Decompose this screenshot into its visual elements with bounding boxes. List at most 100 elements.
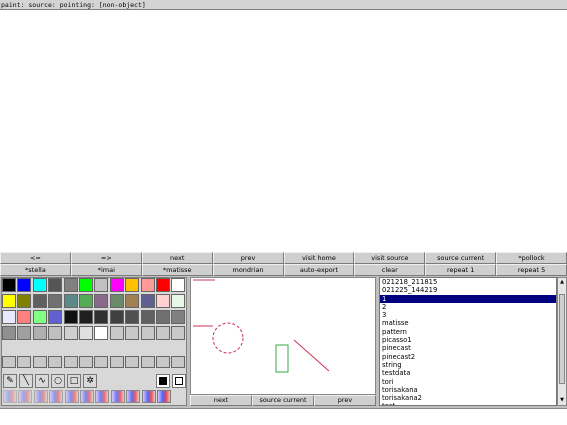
circle-tool-icon[interactable]: ○ bbox=[51, 374, 65, 388]
list-item[interactable]: torisakana bbox=[380, 386, 556, 394]
brush-style-swatch[interactable] bbox=[95, 390, 110, 403]
preview-source-current-button[interactable]: source current bbox=[252, 395, 314, 406]
color-swatch[interactable] bbox=[125, 278, 140, 292]
imai-button[interactable]: *imai bbox=[70, 264, 142, 276]
list-item[interactable]: 021225_144219 bbox=[380, 286, 556, 294]
color-swatch[interactable] bbox=[79, 278, 93, 292]
color-swatch[interactable] bbox=[109, 326, 124, 340]
empty-swatch[interactable] bbox=[79, 356, 93, 368]
color-swatch[interactable] bbox=[63, 278, 78, 292]
brush-style-swatch[interactable] bbox=[49, 390, 64, 403]
empty-swatch[interactable] bbox=[156, 356, 170, 368]
clear-button[interactable]: clear bbox=[354, 264, 426, 276]
empty-swatch[interactable] bbox=[171, 356, 186, 368]
color-swatch[interactable] bbox=[17, 310, 32, 324]
empty-swatch[interactable] bbox=[109, 356, 124, 368]
color-swatch[interactable] bbox=[94, 294, 109, 308]
color-swatch[interactable] bbox=[2, 294, 16, 308]
forward-button[interactable]: => bbox=[70, 252, 142, 264]
color-swatch[interactable] bbox=[156, 294, 170, 308]
preview-canvas[interactable] bbox=[190, 277, 376, 395]
list-item[interactable]: 3 bbox=[380, 311, 556, 319]
visit-home-button[interactable]: visit home bbox=[283, 252, 355, 264]
color-swatch[interactable] bbox=[156, 278, 170, 292]
color-swatch[interactable] bbox=[125, 310, 140, 324]
color-swatch[interactable] bbox=[109, 310, 124, 324]
empty-swatch[interactable] bbox=[48, 356, 63, 368]
color-swatch[interactable] bbox=[171, 294, 186, 308]
main-canvas[interactable] bbox=[0, 11, 567, 251]
empty-swatch[interactable] bbox=[2, 356, 16, 368]
scroll-up-icon[interactable]: ▲ bbox=[559, 278, 565, 287]
color-swatch[interactable] bbox=[125, 294, 140, 308]
color-swatch[interactable] bbox=[140, 310, 155, 324]
color-swatch[interactable] bbox=[48, 278, 63, 292]
color-swatch[interactable] bbox=[2, 278, 16, 292]
empty-swatch[interactable] bbox=[63, 356, 78, 368]
scroll-thumb[interactable] bbox=[559, 294, 565, 384]
empty-swatch[interactable] bbox=[140, 356, 155, 368]
color-swatch[interactable] bbox=[32, 278, 47, 292]
color-swatch[interactable] bbox=[94, 310, 109, 324]
prev-button[interactable]: prev bbox=[212, 252, 284, 264]
brush-style-swatch[interactable] bbox=[157, 390, 171, 403]
list-item[interactable]: testdata bbox=[380, 369, 556, 377]
list-item[interactable]: torisakana2 bbox=[380, 394, 556, 402]
list-item[interactable]: 021218_211815 bbox=[380, 278, 556, 286]
empty-swatch[interactable] bbox=[17, 356, 32, 368]
color-swatch[interactable] bbox=[94, 326, 109, 340]
fill-color-icon[interactable] bbox=[156, 374, 170, 388]
color-swatch[interactable] bbox=[140, 294, 155, 308]
rect-tool-icon[interactable]: □ bbox=[67, 374, 81, 388]
auto-export-button[interactable]: auto-export bbox=[283, 264, 355, 276]
color-swatch[interactable] bbox=[79, 294, 93, 308]
brush-style-swatch[interactable] bbox=[126, 390, 141, 403]
color-swatch[interactable] bbox=[140, 278, 155, 292]
empty-swatch[interactable] bbox=[94, 356, 109, 368]
line-tool-icon[interactable]: ╲ bbox=[19, 374, 33, 388]
empty-swatch[interactable] bbox=[32, 356, 47, 368]
pencil-tool-icon[interactable]: ✎ bbox=[3, 374, 17, 388]
source-current-button[interactable]: source current bbox=[425, 252, 497, 264]
color-swatch[interactable] bbox=[63, 294, 78, 308]
list-item[interactable]: tori bbox=[380, 378, 556, 386]
list-item[interactable]: 1 bbox=[380, 294, 556, 303]
color-swatch[interactable] bbox=[32, 294, 47, 308]
color-swatch[interactable] bbox=[156, 326, 170, 340]
file-list[interactable]: 021218_211815 021225_144219 1 2 3 matisse patt… bbox=[379, 277, 557, 406]
color-swatch[interactable] bbox=[171, 278, 186, 292]
color-swatch[interactable] bbox=[63, 326, 78, 340]
scroll-down-icon[interactable]: ▼ bbox=[559, 396, 565, 405]
curve-tool-icon[interactable]: ∿ bbox=[35, 374, 49, 388]
color-swatch[interactable] bbox=[171, 326, 186, 340]
color-swatch[interactable] bbox=[2, 310, 16, 324]
color-swatch[interactable] bbox=[17, 278, 32, 292]
brush-style-swatch[interactable] bbox=[3, 390, 17, 403]
empty-swatch[interactable] bbox=[125, 356, 140, 368]
brush-style-swatch[interactable] bbox=[18, 390, 33, 403]
list-item[interactable]: matisse bbox=[380, 319, 556, 327]
color-swatch[interactable] bbox=[140, 326, 155, 340]
command-input[interactable] bbox=[0, 408, 567, 425]
list-item[interactable]: picasso1 bbox=[380, 336, 556, 344]
color-swatch[interactable] bbox=[32, 310, 47, 324]
preview-prev-button[interactable]: prev bbox=[314, 395, 376, 406]
matisse-button[interactable]: *matisse bbox=[141, 264, 213, 276]
brush-style-swatch[interactable] bbox=[110, 390, 125, 403]
visit-source-button[interactable]: visit source bbox=[354, 252, 426, 264]
color-swatch[interactable] bbox=[109, 278, 124, 292]
brush-style-swatch[interactable] bbox=[141, 390, 156, 403]
color-swatch[interactable] bbox=[94, 278, 109, 292]
preview-next-button[interactable]: next bbox=[190, 395, 252, 406]
color-swatch[interactable] bbox=[17, 294, 32, 308]
list-item[interactable]: pinecast bbox=[380, 344, 556, 352]
stella-button[interactable]: *stella bbox=[0, 264, 71, 276]
repeat-5-button[interactable]: repeat 5 bbox=[496, 264, 567, 276]
color-swatch[interactable] bbox=[2, 326, 16, 340]
color-swatch[interactable] bbox=[48, 294, 63, 308]
list-item[interactable]: test bbox=[380, 402, 556, 405]
back-button[interactable]: <= bbox=[0, 252, 71, 264]
brush-style-swatch[interactable] bbox=[33, 390, 48, 403]
color-swatch[interactable] bbox=[48, 326, 63, 340]
color-swatch[interactable] bbox=[109, 294, 124, 308]
